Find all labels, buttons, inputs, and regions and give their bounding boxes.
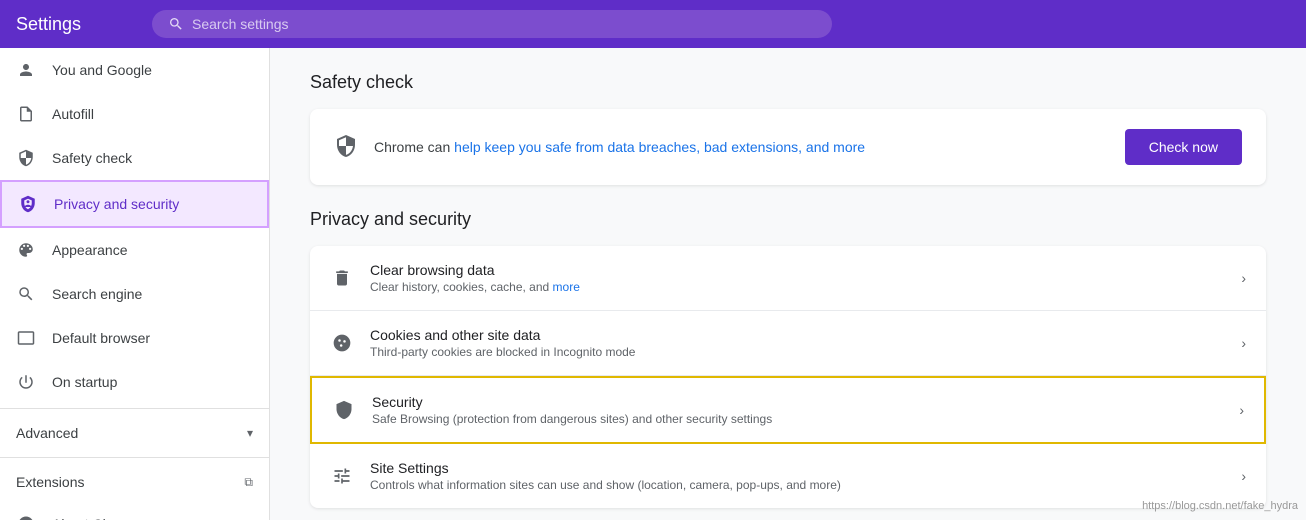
search-input[interactable]	[192, 16, 816, 32]
site-settings-desc: Controls what information sites can use …	[370, 478, 1225, 492]
palette-icon	[16, 240, 36, 260]
sliders-icon	[330, 464, 354, 488]
sidebar-divider2	[0, 457, 269, 458]
check-now-button[interactable]: Check now	[1125, 129, 1242, 165]
sidebar-label-search-engine: Search engine	[52, 286, 142, 302]
sidebar-item-search-engine[interactable]: Search engine	[0, 272, 269, 316]
sidebar-item-on-startup[interactable]: On startup	[0, 360, 269, 404]
security-shield-icon	[332, 398, 356, 422]
safety-card-description: Chrome can help keep you safe from data …	[374, 139, 1109, 155]
watermark: https://blog.csdn.net/fake_hydra	[1142, 500, 1298, 512]
layout: You and Google Autofill Safety check Pri…	[0, 48, 1306, 520]
trash-icon	[330, 266, 354, 290]
safety-check-title: Safety check	[310, 72, 1266, 93]
clear-more-link[interactable]: more	[553, 280, 580, 294]
shield-icon	[16, 148, 36, 168]
security-desc: Safe Browsing (protection from dangerous…	[372, 412, 1223, 426]
external-link-icon: ⧉	[244, 475, 253, 490]
safety-check-card: Chrome can help keep you safe from data …	[310, 109, 1266, 185]
sidebar-item-about-chrome[interactable]: About Chrome	[0, 502, 269, 520]
settings-item-content-clear-browsing: Clear browsing data Clear history, cooki…	[370, 262, 1225, 294]
browser-icon	[16, 328, 36, 348]
clear-browsing-title: Clear browsing data	[370, 262, 1225, 278]
cookies-desc: Third-party cookies are blocked in Incog…	[370, 345, 1225, 359]
topbar: Settings	[0, 0, 1306, 48]
settings-item-content-cookies: Cookies and other site data Third-party …	[370, 327, 1225, 359]
power-icon	[16, 372, 36, 392]
cookies-title: Cookies and other site data	[370, 327, 1225, 343]
sidebar-item-advanced[interactable]: Advanced ▾	[0, 413, 269, 453]
sidebar-label-advanced: Advanced	[16, 425, 78, 441]
sidebar-item-safety-check[interactable]: Safety check	[0, 136, 269, 180]
sidebar-divider	[0, 408, 269, 409]
sidebar-label-autofill: Autofill	[52, 106, 94, 122]
chevron-down-icon: ▾	[247, 426, 253, 440]
shield-lock-icon	[18, 194, 38, 214]
site-settings-title: Site Settings	[370, 460, 1225, 476]
sidebar-item-extensions[interactable]: Extensions ⧉	[0, 462, 269, 502]
settings-item-clear-browsing[interactable]: Clear browsing data Clear history, cooki…	[310, 246, 1266, 311]
sidebar-item-appearance[interactable]: Appearance	[0, 228, 269, 272]
sidebar-item-default-browser[interactable]: Default browser	[0, 316, 269, 360]
sidebar-item-privacy-security[interactable]: Privacy and security	[0, 180, 269, 228]
privacy-settings-list: Clear browsing data Clear history, cooki…	[310, 246, 1266, 508]
settings-item-site-settings[interactable]: Site Settings Controls what information …	[310, 444, 1266, 508]
security-title: Security	[372, 394, 1223, 410]
search-icon	[168, 16, 184, 32]
person-icon	[16, 60, 36, 80]
chevron-right-icon3: ›	[1239, 402, 1244, 418]
about-icon	[16, 514, 36, 520]
chevron-right-icon: ›	[1241, 270, 1246, 286]
privacy-security-title: Privacy and security	[310, 209, 1266, 230]
sidebar-label-on-startup: On startup	[52, 374, 117, 390]
sidebar-label-extensions: Extensions	[16, 474, 84, 490]
sidebar: You and Google Autofill Safety check Pri…	[0, 48, 270, 520]
settings-item-content-site-settings: Site Settings Controls what information …	[370, 460, 1225, 492]
sidebar-label-privacy-security: Privacy and security	[54, 196, 179, 212]
chevron-right-icon4: ›	[1241, 468, 1246, 484]
search-bar-container	[152, 10, 832, 38]
chevron-right-icon2: ›	[1241, 335, 1246, 351]
main-content: Safety check Chrome can help keep you sa…	[270, 48, 1306, 520]
settings-item-cookies[interactable]: Cookies and other site data Third-party …	[310, 311, 1266, 376]
sidebar-label-default-browser: Default browser	[52, 330, 150, 346]
sidebar-label-appearance: Appearance	[52, 242, 128, 258]
clear-browsing-desc: Clear history, cookies, cache, and more	[370, 280, 1225, 294]
sidebar-label-safety-check: Safety check	[52, 150, 132, 166]
safety-link[interactable]: help keep you safe from data breaches, b…	[454, 139, 865, 155]
sidebar-label-about-chrome: About Chrome	[52, 516, 142, 520]
search-settings-icon	[16, 284, 36, 304]
sidebar-item-autofill[interactable]: Autofill	[0, 92, 269, 136]
settings-title: Settings	[16, 14, 136, 35]
cookie-icon	[330, 331, 354, 355]
safety-shield-icon	[334, 134, 358, 161]
sidebar-item-you-and-google[interactable]: You and Google	[0, 48, 269, 92]
sidebar-label-you-and-google: You and Google	[52, 62, 152, 78]
settings-item-content-security: Security Safe Browsing (protection from …	[372, 394, 1223, 426]
autofill-icon	[16, 104, 36, 124]
settings-item-security[interactable]: Security Safe Browsing (protection from …	[310, 376, 1266, 444]
